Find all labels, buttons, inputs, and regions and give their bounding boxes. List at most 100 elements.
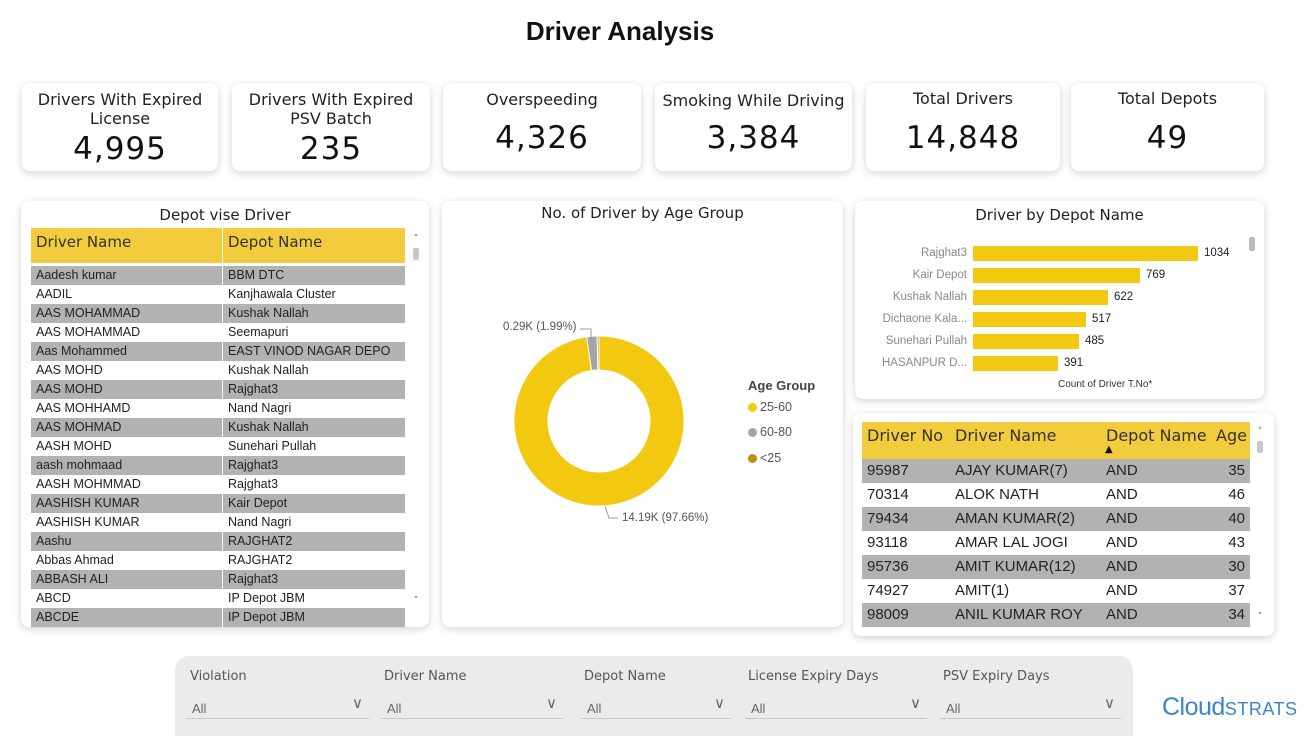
donut-label-large: 14.19K (97.66%) [622, 512, 709, 524]
scroll-up-icon[interactable]: ˄ [411, 234, 421, 244]
table-row[interactable]: AAS MOHD Rajghat3 [31, 380, 405, 399]
table-row[interactable]: ABCDE IP Depot JBM [31, 608, 405, 627]
column-header-depot-name[interactable]: Depot Name [1101, 422, 1211, 459]
cell-driver-name: AAS MOHD [31, 361, 223, 380]
column-header-driver-no[interactable]: Driver No [862, 422, 950, 459]
table-row[interactable]: AAS MOHAMMAD Kushak Nallah [31, 304, 405, 323]
kpi-value: 49 [1146, 120, 1189, 156]
depot-bar-chart-panel: Driver by Depot Name Rajghat3 1034 Kair De… [855, 201, 1264, 399]
bar-category-label: Rajghat3 [920, 247, 967, 259]
cloudstrats-logo: CloudSTRATS [1162, 693, 1298, 721]
table-row[interactable]: AADIL Kanjhawala Cluster [31, 285, 405, 304]
bar[interactable] [973, 246, 1198, 261]
cell-depot-name: EAST VINOD NAGAR DEPO [228, 344, 391, 358]
kpi-card-expired-license: Drivers With Expired License 4,995 [22, 83, 218, 171]
column-header-driver-name[interactable]: Driver Name [31, 228, 223, 263]
cell-driver-name: aash mohmaad [31, 456, 223, 475]
table-row[interactable]: Aadesh kumar BBM DTC [31, 266, 405, 285]
scroll-up-icon[interactable]: ˄ [1255, 427, 1265, 437]
table-row[interactable]: ABBASH ALI Rajghat3 [31, 570, 405, 589]
table-row[interactable]: AAS MOHAMMAD Seemapuri [31, 323, 405, 342]
scroll-down-icon[interactable]: ˅ [1255, 612, 1265, 622]
table-row[interactable]: 70314 ALOK NATH AND 46 [862, 483, 1250, 507]
table-row[interactable]: Aashu RAJGHAT2 [31, 532, 405, 551]
violation-filter-dropdown[interactable]: All ∨ [186, 693, 369, 719]
table-row[interactable]: 95987 AJAY KUMAR(7) AND 35 [862, 459, 1250, 483]
cell-depot-name: Rajghat3 [228, 382, 279, 396]
cell-driver-no: 98009 [867, 606, 909, 623]
driver-detail-table: Driver No Driver Name Depot Name Age 959… [862, 422, 1250, 627]
column-header-age[interactable]: Age [1211, 422, 1250, 459]
cell-driver-name: AJAY KUMAR(7) [955, 462, 1068, 479]
bar[interactable] [973, 312, 1086, 327]
cell-depot-name: Kair Depot [228, 496, 288, 510]
table-row[interactable]: aash mohmaad Rajghat3 [31, 456, 405, 475]
depot-name-filter-dropdown[interactable]: All ∨ [581, 693, 731, 719]
kpi-card-expired-psv: Drivers With Expired PSV Batch 235 [232, 83, 430, 171]
cell-depot-name: AND [1106, 462, 1138, 479]
table-row[interactable]: 95736 AMIT KUMAR(12) AND 30 [862, 555, 1250, 579]
table-row[interactable]: 79434 AMAN KUMAR(2) AND 40 [862, 507, 1250, 531]
donut-slice-25-60[interactable] [513, 335, 685, 507]
bar[interactable] [973, 356, 1058, 371]
bar[interactable] [973, 290, 1108, 305]
kpi-label: Total Depots [1117, 89, 1218, 108]
legend-item-25-60[interactable]: 25-60 [748, 400, 792, 414]
legend-item-60-80[interactable]: 60-80 [748, 425, 792, 439]
table-row[interactable]: AASHISH KUMAR Nand Nagri [31, 513, 405, 532]
bar-value-label: 622 [1114, 291, 1134, 303]
cell-depot-name: AND [1106, 534, 1138, 551]
table-row[interactable]: 93118 AMAR LAL JOGI AND 43 [862, 531, 1250, 555]
scroll-thumb[interactable] [413, 248, 419, 260]
x-axis-label: Count of Driver T.No* [1058, 379, 1153, 390]
cell-depot-name: AND [1106, 558, 1138, 575]
table-row[interactable]: AAS MOHHAMD Nand Nagri [31, 399, 405, 418]
kpi-label: Smoking While Driving [662, 91, 845, 110]
bar-value-label: 391 [1064, 357, 1084, 369]
table-row[interactable]: Aas Mohammed EAST VINOD NAGAR DEPO [31, 342, 405, 361]
table-row[interactable]: ABCD IP Depot JBM [31, 589, 405, 608]
scroll-thumb[interactable] [1249, 237, 1255, 251]
chevron-down-icon: ∨ [1104, 694, 1115, 712]
bar-category-label: Sunehari Pullah [885, 335, 967, 347]
table-row[interactable]: AAS MOHMAD Kushak Nallah [31, 418, 405, 437]
cell-driver-name: AAS MOHD [31, 380, 223, 399]
filter-label-violation: Violation [190, 669, 247, 684]
bar-value-label: 517 [1092, 313, 1112, 325]
table-row[interactable]: AAS MOHD Kushak Nallah [31, 361, 405, 380]
cell-depot-name: Kanjhawala Cluster [228, 287, 336, 301]
chart-scrollbar[interactable] [1247, 237, 1257, 379]
legend-item-under-25[interactable]: <25 [748, 451, 781, 465]
table-row[interactable]: AASH MOHMMAD Rajghat3 [31, 475, 405, 494]
column-header-driver-name[interactable]: Driver Name [950, 422, 1101, 459]
table-row[interactable]: AASHISH KUMAR Kair Depot [31, 494, 405, 513]
bar[interactable] [973, 268, 1140, 283]
table-row[interactable]: Abbas Ahmad RAJGHAT2 [31, 551, 405, 570]
cell-depot-name: Nand Nagri [228, 401, 292, 415]
psv-expiry-filter-dropdown[interactable]: All ∨ [940, 693, 1121, 719]
kpi-value: 14,848 [905, 120, 1021, 156]
table-scrollbar[interactable]: ˄ ˅ [1255, 427, 1265, 622]
scroll-thumb[interactable] [1257, 441, 1263, 453]
license-expiry-filter-dropdown[interactable]: All ∨ [745, 693, 927, 719]
depot-driver-table: Driver Name Depot Name Aadesh kumar BBM D… [31, 228, 405, 627]
driver-name-filter-dropdown[interactable]: All ∨ [381, 693, 563, 719]
cell-driver-no: 74927 [867, 582, 909, 599]
legend-dot-icon [748, 428, 757, 437]
cell-depot-name: Kushak Nallah [228, 420, 309, 434]
table-row[interactable]: AASH MOHD Sunehari Pullah [31, 437, 405, 456]
scroll-down-icon[interactable]: ˅ [411, 596, 421, 606]
table-row[interactable]: 74927 AMIT(1) AND 37 [862, 579, 1250, 603]
table-row[interactable]: 98009 ANIL KUMAR ROY AND 34 [862, 603, 1250, 627]
cell-depot-name: AND [1106, 510, 1138, 527]
cell-depot-name: Kushak Nallah [228, 363, 309, 377]
bar-category-label: Kushak Nallah [892, 291, 967, 303]
column-header-depot-name[interactable]: Depot Name [223, 228, 405, 263]
cell-driver-no: 79434 [867, 510, 909, 527]
cell-age: 40 [1228, 510, 1245, 527]
kpi-card-overspeeding: Overspeeding 4,326 [443, 83, 641, 171]
table-scrollbar[interactable]: ˄ ˅ [411, 234, 421, 606]
bar[interactable] [973, 334, 1079, 349]
cell-depot-name: RAJGHAT2 [228, 534, 293, 548]
kpi-label: Drivers With Expired PSV Batch [248, 90, 414, 128]
